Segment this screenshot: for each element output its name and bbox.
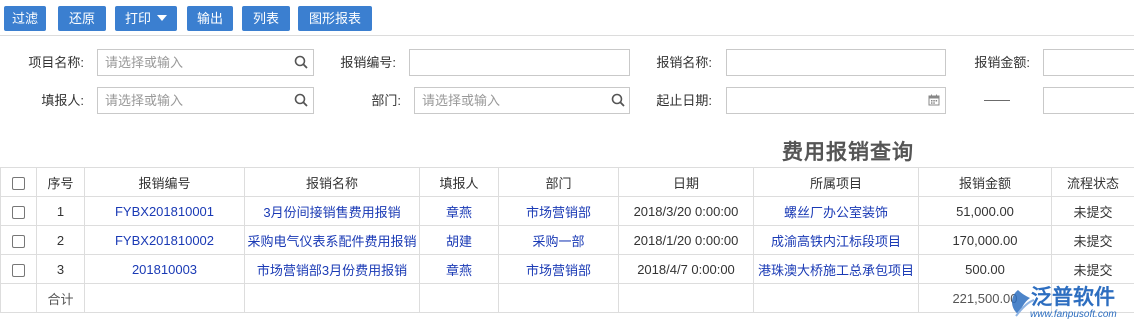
project-name-label: 项目名称: [28, 55, 84, 70]
applicant-link[interactable]: 章燕 [419, 254, 499, 284]
select-all-cell[interactable] [0, 167, 37, 197]
expense-name-link[interactable]: 市场营销部3月份费用报销 [244, 254, 420, 284]
column-header[interactable]: 日期 [618, 167, 754, 197]
row-select-cell[interactable] [0, 254, 37, 284]
row-checkbox[interactable] [12, 205, 25, 219]
department-link[interactable]: 采购一部 [498, 225, 619, 255]
toolbar: 过滤 还原 打印 输出 列表 图形报表 [0, 0, 1134, 36]
column-header[interactable]: 报销金额 [918, 167, 1052, 197]
expense-name-input[interactable] [726, 49, 946, 76]
report-title: 费用报销查询 [782, 141, 914, 164]
column-header[interactable]: 流程状态 [1051, 167, 1134, 197]
row-checkbox[interactable] [12, 234, 25, 248]
caret-down-icon [157, 15, 167, 21]
expense-amount-label: 报销金额: [974, 55, 1030, 70]
row-select-cell[interactable] [0, 196, 37, 226]
print-button[interactable]: 打印 [115, 6, 177, 31]
select-all-checkbox[interactable] [12, 176, 25, 190]
department-link[interactable]: 市场营销部 [498, 254, 619, 284]
export-button[interactable]: 输出 [187, 6, 233, 31]
total-row: 合计 221,500.00 [0, 283, 1134, 313]
project-name-input[interactable] [97, 49, 314, 76]
total-empty-cell [498, 283, 619, 313]
expense-no-input[interactable] [409, 49, 630, 76]
column-header[interactable]: 序号 [36, 167, 85, 197]
search-icon[interactable] [609, 91, 627, 109]
date-range-separator: —— [984, 92, 1010, 107]
column-header[interactable]: 填报人 [419, 167, 499, 197]
expense-no-link[interactable]: FYBX201810002 [84, 225, 245, 255]
column-header[interactable]: 报销名称 [244, 167, 420, 197]
total-empty-cell [0, 283, 37, 313]
total-empty-cell [244, 283, 420, 313]
applicant-link[interactable]: 胡建 [419, 225, 499, 255]
print-label: 打印 [124, 11, 151, 26]
table-row[interactable]: 2 FYBX201810002 采购电气仪表系配件费用报销 胡建 采购一部 20… [0, 225, 1134, 255]
total-empty-cell [618, 283, 754, 313]
list-button[interactable]: 列表 [242, 6, 290, 31]
watermark-brand: 泛普软件 [1031, 286, 1115, 309]
project-link[interactable]: 成渝高铁内江标段项目 [753, 225, 919, 255]
expense-table: 序号 报销编号 报销名称 填报人 部门 日期 所属项目 报销金额 流程状态 1 … [0, 167, 1134, 313]
table-row[interactable]: 3 201810003 市场营销部3月份费用报销 章燕 市场营销部 2018/4… [0, 254, 1134, 284]
expense-name-label: 报销名称: [656, 55, 712, 70]
filter-button[interactable]: 过滤 [4, 6, 46, 31]
watermark-url: www.fanpusoft.com [1030, 309, 1117, 320]
department-input[interactable] [414, 87, 630, 114]
row-seq: 3 [36, 254, 85, 284]
applicant-input[interactable] [97, 87, 314, 114]
reset-button[interactable]: 还原 [58, 6, 106, 31]
date-range-label: 起止日期: [656, 93, 712, 108]
expense-name-link[interactable]: 采购电气仪表系配件费用报销 [244, 225, 420, 255]
total-empty-cell [84, 283, 245, 313]
expense-name-link[interactable]: 3月份间接销售费用报销 [244, 196, 420, 226]
start-date-input[interactable] [726, 87, 946, 114]
expense-no-link[interactable]: FYBX201810001 [84, 196, 245, 226]
date-cell: 2018/3/20 0:00:00 [618, 196, 754, 226]
applicant-link[interactable]: 章燕 [419, 196, 499, 226]
project-link[interactable]: 港珠澳大桥施工总承包项目 [753, 254, 919, 284]
amount-cell: 170,000.00 [918, 225, 1052, 255]
calendar-icon[interactable] [925, 91, 943, 109]
expense-no-label: 报销编号: [340, 55, 396, 70]
search-icon[interactable] [292, 53, 310, 71]
department-label: 部门: [371, 93, 401, 108]
row-seq: 2 [36, 225, 85, 255]
status-cell: 未提交 [1051, 196, 1134, 226]
row-checkbox[interactable] [12, 263, 25, 277]
project-link[interactable]: 螺丝厂办公室装饰 [753, 196, 919, 226]
date-cell: 2018/4/7 0:00:00 [618, 254, 754, 284]
chart-report-button[interactable]: 图形报表 [298, 6, 372, 31]
expense-amount-input[interactable] [1043, 49, 1134, 76]
total-label: 合计 [36, 283, 85, 313]
column-header[interactable]: 所属项目 [753, 167, 919, 197]
total-empty-cell [419, 283, 499, 313]
row-select-cell[interactable] [0, 225, 37, 255]
table-header-row: 序号 报销编号 报销名称 填报人 部门 日期 所属项目 报销金额 流程状态 [0, 167, 1134, 197]
search-icon[interactable] [292, 91, 310, 109]
department-link[interactable]: 市场营销部 [498, 196, 619, 226]
end-date-input[interactable] [1043, 87, 1134, 114]
column-header[interactable]: 部门 [498, 167, 619, 197]
column-header[interactable]: 报销编号 [84, 167, 245, 197]
expense-no-link[interactable]: 201810003 [84, 254, 245, 284]
applicant-label: 填报人: [41, 93, 84, 108]
table-row[interactable]: 1 FYBX201810001 3月份间接销售费用报销 章燕 市场营销部 201… [0, 196, 1134, 226]
status-cell: 未提交 [1051, 225, 1134, 255]
date-cell: 2018/1/20 0:00:00 [618, 225, 754, 255]
amount-cell: 51,000.00 [918, 196, 1052, 226]
row-seq: 1 [36, 196, 85, 226]
total-empty-cell [753, 283, 919, 313]
